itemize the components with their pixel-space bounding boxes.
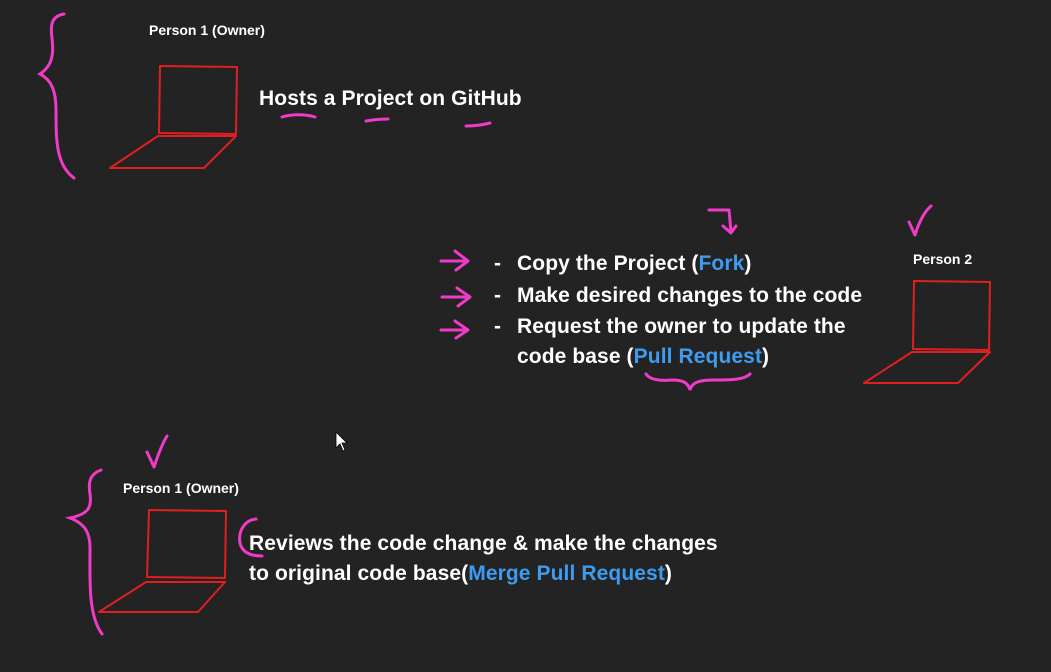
curly-brace-icon [37, 12, 76, 180]
checkmark-icon [907, 204, 933, 237]
curly-brace-icon [64, 468, 104, 636]
pull-request-keyword: Pull Request [633, 345, 763, 368]
reviews-line1: Reviews the code change & make the chang… [249, 532, 718, 555]
laptop-icon [109, 65, 238, 169]
hosts-project-text: Hosts a Project on GitHub [259, 87, 522, 110]
underline-github [464, 121, 492, 128]
step-dash: - [494, 315, 502, 338]
step-text: Copy the Project ( [517, 252, 699, 275]
mouse-cursor-icon [335, 431, 348, 452]
underline-project [364, 117, 390, 123]
arrow-right-icon [439, 249, 470, 272]
underline-hosts [280, 113, 317, 119]
merge-pull-request-keyword: Merge Pull Request [468, 562, 665, 585]
line2-suffix: ) [664, 562, 673, 585]
reviews-line2: to original code base(Merge Pull Request… [249, 562, 672, 586]
step-code-base: code base (Pull Request) [517, 345, 769, 369]
step-copy-project: Copy the Project (Fork) [517, 252, 752, 276]
laptop-icon [98, 509, 227, 613]
arrow-right-icon [440, 286, 472, 308]
step-suffix: ) [762, 345, 770, 368]
person1-owner-label: Person 1 (Owner) [149, 22, 265, 38]
person2-label: Person 2 [913, 251, 973, 267]
step-dash: - [494, 252, 502, 275]
arrow-right-icon [439, 319, 470, 340]
line2-text: to original code base( [249, 562, 469, 585]
diagram-canvas: Person 1 (Owner) Hosts a Project on GitH… [0, 0, 1051, 672]
step-suffix: ) [744, 252, 752, 275]
person1-owner-label-bottom: Person 1 (Owner) [123, 480, 239, 496]
fork-keyword: Fork [698, 252, 745, 275]
step-request-owner: Request the owner to update the [517, 315, 846, 338]
curly-brace-underline [644, 372, 752, 391]
step-make-changes: Make desired changes to the code [517, 284, 863, 307]
bracket-arrow-icon [707, 208, 738, 235]
step-dash: - [494, 284, 502, 307]
step-text: code base ( [517, 345, 634, 368]
checkmark-icon [145, 434, 169, 469]
laptop-icon [863, 280, 991, 384]
